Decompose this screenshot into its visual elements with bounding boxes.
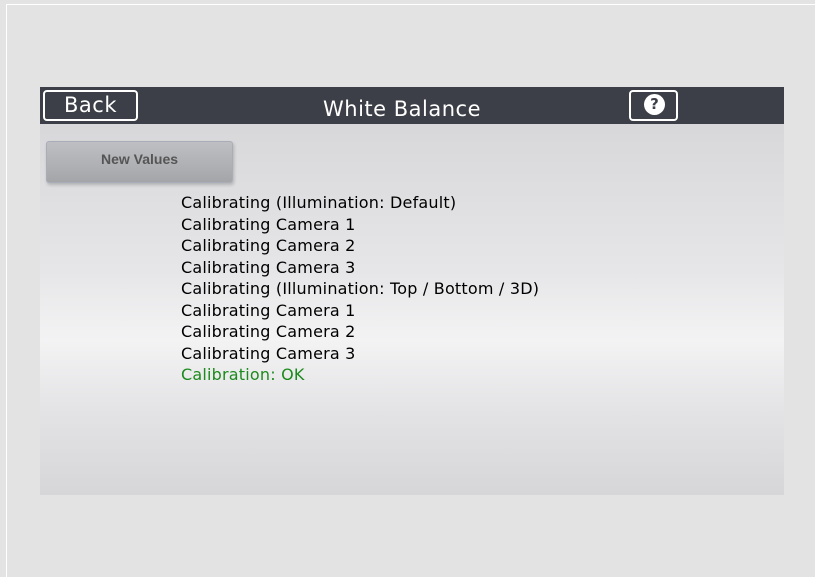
title-bar: White Balance Back ? <box>40 87 784 124</box>
help-button[interactable]: ? <box>629 90 678 121</box>
log-line: Calibrating Camera 3 <box>181 343 356 363</box>
calibration-result: Calibration: OK <box>181 365 305 384</box>
help-icon: ? <box>644 94 665 115</box>
back-button[interactable]: Back <box>43 90 138 121</box>
log-line: Calibrating (Illumination: Top / Bottom … <box>181 279 540 298</box>
calibration-log: Calibrating (Illumination: Default) Cali… <box>181 192 681 386</box>
log-line: Calibrating Camera 3 <box>181 257 356 277</box>
log-line: Calibrating Camera 1 <box>181 300 356 320</box>
log-line: Calibrating Camera 2 <box>181 236 356 255</box>
log-line: Calibrating Camera 1 <box>181 214 356 234</box>
log-line: Calibrating (Illumination: Default) <box>181 193 457 212</box>
white-balance-window: White Balance Back ? New Values Calibrat… <box>40 87 784 495</box>
new-values-button[interactable]: New Values <box>46 141 233 183</box>
log-line: Calibrating Camera 2 <box>181 322 356 341</box>
